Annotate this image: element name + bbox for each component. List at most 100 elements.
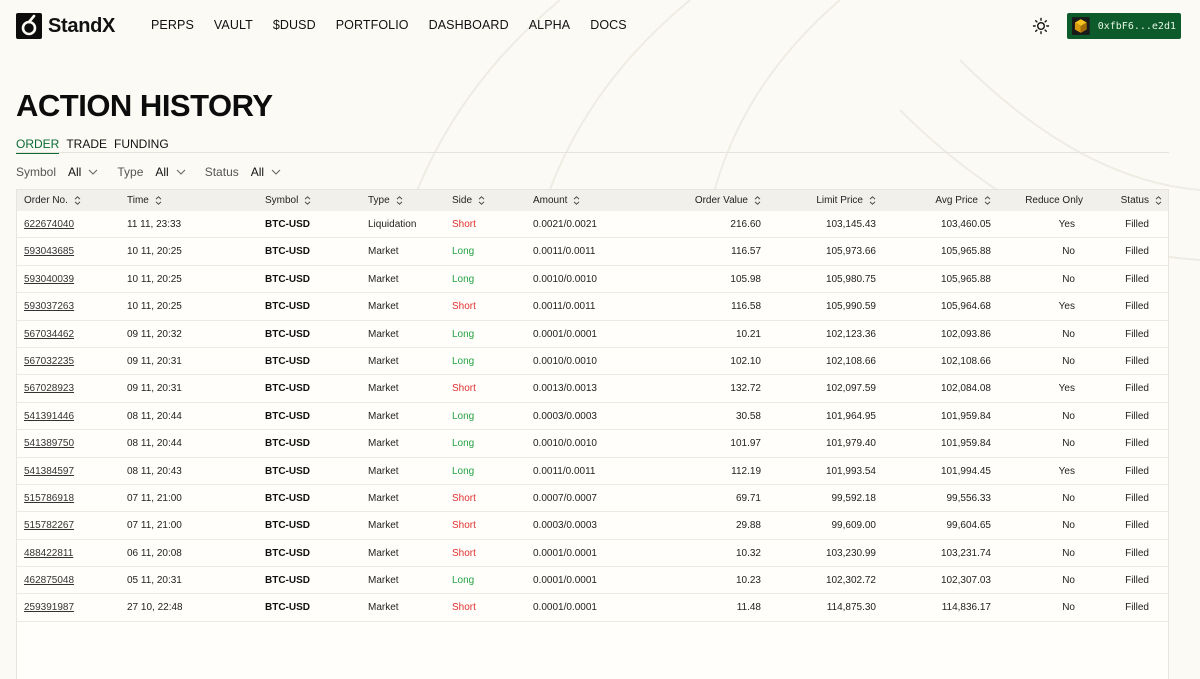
- time-cell: 05 11, 20:31: [127, 575, 182, 587]
- limit-price-cell: 102,108.66: [825, 355, 876, 367]
- table-header: Order No. Time Symbol Type Side Amount Order V…: [17, 190, 1168, 211]
- col-header-status[interactable]: Status: [1121, 195, 1162, 206]
- status-cell: Filled: [1125, 383, 1149, 395]
- sun-icon[interactable]: [1032, 17, 1050, 35]
- symbol-cell: BTC-USD: [265, 547, 310, 559]
- sort-updown-icon[interactable]: [304, 196, 311, 205]
- order-no-link[interactable]: 515782267: [24, 520, 74, 531]
- col-header-label: Symbol: [265, 195, 299, 206]
- nav-item-docs[interactable]: DOCS: [590, 18, 627, 32]
- reduce-only-cell: No: [1062, 520, 1075, 532]
- amount-cell: 0.0011/0.0011: [533, 301, 596, 313]
- limit-price-cell: 102,302.72: [825, 575, 876, 587]
- brand-name: StandX: [48, 14, 116, 37]
- col-header-type[interactable]: Type: [368, 195, 403, 206]
- col-header-order-no[interactable]: Order No.: [24, 195, 81, 206]
- sort-updown-icon[interactable]: [754, 196, 761, 205]
- sort-updown-icon[interactable]: [396, 196, 403, 205]
- order-no-link[interactable]: 488422811: [24, 548, 73, 559]
- symbol-cell: BTC-USD: [265, 246, 310, 258]
- status-cell: Filled: [1125, 492, 1149, 504]
- nav-item-portfolio[interactable]: PORTFOLIO: [336, 18, 409, 32]
- chevron-down-icon: [88, 169, 98, 175]
- avg-price-cell: 105,964.68: [940, 301, 991, 313]
- status-filter-select[interactable]: All: [251, 165, 281, 179]
- order-no-link[interactable]: 567032235: [24, 356, 74, 367]
- status-cell: Filled: [1125, 520, 1149, 532]
- top-navbar: StandX PERPS VAULT $DUSD PORTFOLIO DASHB…: [0, 0, 1200, 52]
- table-row: 541384597 08 11, 20:43 BTC-USD Market Long 0.…: [17, 458, 1168, 485]
- nav-item-alpha[interactable]: ALPHA: [529, 18, 571, 32]
- col-header-symbol[interactable]: Symbol: [265, 195, 311, 206]
- type-filter-select[interactable]: All: [155, 165, 186, 179]
- nav-item-vault[interactable]: VAULT: [214, 18, 253, 32]
- col-header-time[interactable]: Time: [127, 195, 162, 206]
- side-cell: Short: [452, 520, 476, 532]
- type-cell: Market: [368, 602, 399, 614]
- order-no-link[interactable]: 593043685: [24, 246, 74, 257]
- amount-cell: 0.0010/0.0010: [533, 273, 597, 285]
- order-no-link[interactable]: 541389750: [24, 438, 74, 449]
- amount-cell: 0.0010/0.0010: [533, 438, 597, 450]
- col-header-order-value[interactable]: Order Value: [695, 195, 761, 206]
- avg-price-cell: 103,231.74: [940, 547, 991, 559]
- sort-updown-icon[interactable]: [573, 196, 580, 205]
- nav-item-perps[interactable]: PERPS: [151, 18, 194, 32]
- col-header-side[interactable]: Side: [452, 195, 485, 206]
- order-value-cell: 30.58: [735, 410, 761, 422]
- sort-updown-icon[interactable]: [478, 196, 485, 205]
- order-no-link[interactable]: 567034462: [24, 329, 74, 340]
- time-cell: 27 10, 22:48: [127, 602, 183, 614]
- nav-item-dusd[interactable]: $DUSD: [273, 18, 316, 32]
- order-no-link[interactable]: 567028923: [24, 383, 74, 394]
- sort-updown-icon[interactable]: [155, 196, 162, 205]
- side-cell: Long: [452, 438, 475, 450]
- table-row: 259391987 27 10, 22:48 BTC-USD Market Short 0…: [17, 594, 1168, 622]
- col-header-limit-price[interactable]: Limit Price: [816, 195, 876, 206]
- type-cell: Market: [368, 355, 399, 367]
- order-value-cell: 102.10: [730, 355, 761, 367]
- symbol-filter-select[interactable]: All: [68, 165, 98, 179]
- order-no-link[interactable]: 593040039: [24, 274, 74, 285]
- order-no-link[interactable]: 259391987: [24, 602, 74, 613]
- avg-price-cell: 105,965.88: [940, 273, 991, 285]
- nav-item-dashboard[interactable]: DASHBOARD: [429, 18, 509, 32]
- symbol-cell: BTC-USD: [265, 219, 310, 230]
- col-header-avg-price[interactable]: Avg Price: [935, 195, 991, 206]
- time-cell: 10 11, 20:25: [127, 273, 182, 285]
- side-cell: Long: [452, 273, 475, 285]
- col-header-label: Side: [452, 195, 473, 206]
- status-cell: Filled: [1125, 301, 1149, 313]
- col-header-amount[interactable]: Amount: [533, 195, 580, 206]
- reduce-only-cell: Yes: [1058, 301, 1075, 313]
- side-cell: Long: [452, 575, 475, 587]
- order-no-link[interactable]: 593037263: [24, 301, 74, 312]
- type-filter-value: All: [155, 165, 169, 179]
- sort-updown-icon[interactable]: [984, 196, 991, 205]
- type-cell: Market: [368, 383, 399, 395]
- sort-updown-icon[interactable]: [869, 196, 876, 205]
- sort-updown-icon[interactable]: [1155, 196, 1162, 205]
- side-cell: Short: [452, 383, 476, 395]
- status-cell: Filled: [1125, 547, 1149, 559]
- status-cell: Filled: [1125, 602, 1149, 614]
- amount-cell: 0.0007/0.0007: [533, 492, 597, 504]
- status-cell: Filled: [1125, 410, 1149, 422]
- table-row: 515786918 07 11, 21:00 BTC-USD Market Short 0…: [17, 485, 1168, 513]
- limit-price-cell: 103,230.99: [825, 547, 876, 559]
- filter-label-status: Status: [204, 165, 239, 179]
- order-no-link[interactable]: 622674040: [24, 219, 74, 230]
- col-header-reduce-only[interactable]: Reduce Only: [1025, 195, 1083, 206]
- time-cell: 06 11, 20:08: [127, 547, 182, 559]
- sort-updown-icon[interactable]: [74, 196, 81, 205]
- table-row: 593040039 10 11, 20:25 BTC-USD Market Long 0.…: [17, 266, 1168, 294]
- limit-price-cell: 103,145.43: [825, 219, 876, 230]
- order-no-link[interactable]: 515786918: [24, 493, 74, 504]
- wallet-button[interactable]: 0xfbF6...e2d1: [1067, 13, 1181, 39]
- filter-label-symbol: Symbol: [16, 165, 57, 179]
- amount-cell: 0.0003/0.0003: [533, 410, 597, 422]
- brand-logo[interactable]: StandX: [16, 13, 115, 39]
- order-no-link[interactable]: 541384597: [24, 466, 74, 477]
- order-no-link[interactable]: 462875048: [24, 575, 74, 586]
- order-no-link[interactable]: 541391446: [24, 411, 74, 422]
